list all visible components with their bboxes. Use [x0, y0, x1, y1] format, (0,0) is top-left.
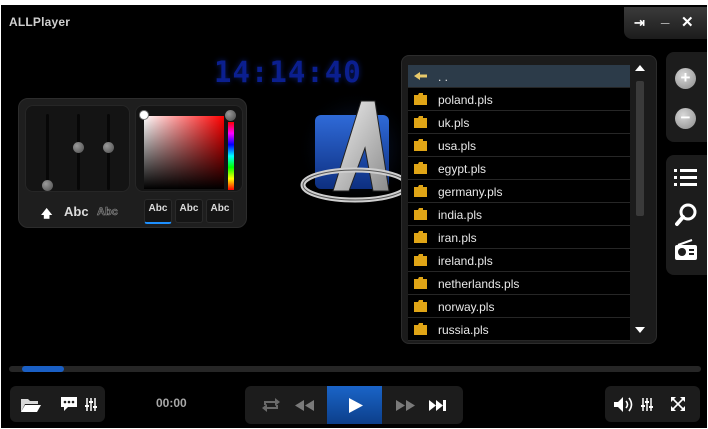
equalizer-icon[interactable]: [641, 397, 653, 412]
arrow-back-icon: [414, 72, 427, 80]
folder-icon: [414, 185, 427, 197]
up-arrow-icon[interactable]: 🡅: [41, 205, 52, 224]
zoom-out-button[interactable]: −: [675, 108, 696, 129]
minimize-button[interactable]: _: [661, 9, 669, 26]
folder-icon: [414, 116, 427, 128]
color-field[interactable]: [144, 116, 224, 189]
window-controls: ⇥ _ ✕: [624, 7, 707, 39]
playlist-item-label: . .: [438, 70, 449, 84]
playlist-item[interactable]: norway.pls: [408, 295, 630, 318]
playlist-item[interactable]: poland.pls: [408, 88, 630, 111]
playlist-item[interactable]: usa.pls: [408, 134, 630, 157]
folder-icon: [414, 93, 427, 105]
folder-icon: [414, 300, 427, 312]
playlist-item-label: uk.pls: [438, 116, 470, 130]
playlist-item-label: usa.pls: [438, 139, 477, 153]
file-controls: [10, 386, 105, 422]
color-picker: [135, 105, 243, 192]
clock-display: 14:14:40: [214, 55, 362, 89]
fullscreen-icon[interactable]: [670, 396, 686, 412]
hue-slider[interactable]: [228, 122, 234, 190]
scroll-thumb[interactable]: [636, 81, 644, 216]
playlist-item-label: norway.pls: [438, 300, 495, 314]
playlist-item-label: germany.pls: [438, 185, 503, 199]
playlist-item[interactable]: egypt.pls: [408, 157, 630, 180]
next-track-icon[interactable]: [428, 399, 448, 412]
scroll-down-icon[interactable]: [635, 326, 645, 334]
playlist-item[interactable]: russia.pls: [408, 318, 630, 341]
style-button-3[interactable]: Abc: [206, 199, 234, 223]
folder-icon: [414, 231, 427, 243]
color-field-handle[interactable]: [139, 110, 149, 120]
text-style-outline[interactable]: Abc: [97, 206, 118, 219]
app-window: ALLPlayer ⇥ _ ✕ 14:14:40 🡅 Abc Abc Abc A…: [1, 5, 707, 428]
text-style-normal[interactable]: Abc: [64, 204, 89, 219]
playlist-item[interactable]: ireland.pls: [408, 249, 630, 272]
playlist-scrollbar[interactable]: [634, 64, 646, 334]
zoom-controls: + −: [666, 52, 707, 142]
subtitles-icon[interactable]: [60, 396, 78, 413]
folder-icon: [414, 323, 427, 335]
slider-group: [25, 105, 130, 192]
playlist-icon[interactable]: [674, 168, 698, 188]
subtitle-settings-panel: 🡅 Abc Abc Abc Abc Abc: [18, 98, 247, 228]
allplayer-logo: [297, 93, 413, 206]
folder-icon: [414, 208, 427, 220]
fast-forward-icon[interactable]: [395, 399, 417, 412]
subtitle-settings-icon[interactable]: [85, 397, 97, 412]
slider-handle[interactable]: [73, 142, 84, 153]
slider-handle[interactable]: [42, 180, 53, 191]
search-icon[interactable]: [675, 203, 699, 227]
close-button[interactable]: ✕: [681, 13, 694, 31]
style-button-2[interactable]: Abc: [175, 199, 203, 223]
playlist-item-label: ireland.pls: [438, 254, 493, 268]
playback-time: 00:00: [156, 396, 187, 410]
playlist-item[interactable]: india.pls: [408, 203, 630, 226]
repeat-icon[interactable]: [261, 397, 281, 413]
zoom-in-button[interactable]: +: [675, 68, 696, 89]
play-button[interactable]: [327, 386, 382, 424]
audio-view-controls: [605, 386, 700, 422]
playlist-item[interactable]: . .: [408, 65, 630, 88]
folder-icon: [414, 254, 427, 266]
radio-icon[interactable]: [674, 239, 698, 261]
playlist-item[interactable]: netherlands.pls: [408, 272, 630, 295]
playlist-item[interactable]: germany.pls: [408, 180, 630, 203]
folder-icon: [414, 277, 427, 289]
playlist-item-label: poland.pls: [438, 93, 493, 107]
slider-track: [46, 114, 49, 190]
pin-icon[interactable]: ⇥: [634, 15, 645, 31]
playlist-item-label: egypt.pls: [438, 162, 487, 176]
style-button-1[interactable]: Abc: [144, 199, 172, 224]
app-title: ALLPlayer: [9, 15, 71, 29]
transport-controls: [245, 386, 463, 424]
scroll-up-icon[interactable]: [635, 64, 645, 72]
play-icon: [349, 398, 363, 413]
volume-icon[interactable]: [613, 396, 635, 413]
playlist-item-label: netherlands.pls: [438, 277, 520, 291]
seek-bar[interactable]: [9, 366, 701, 372]
folder-icon: [414, 162, 427, 174]
playlist-item-label: iran.pls: [438, 231, 477, 245]
view-controls: [666, 155, 707, 275]
rewind-icon[interactable]: [293, 399, 315, 412]
open-folder-icon[interactable]: [20, 396, 42, 413]
playlist-list: . . poland.pls uk.pls usa.pls egypt.pls germa…: [408, 65, 630, 341]
playlist-item[interactable]: iran.pls: [408, 226, 630, 249]
playlist-item[interactable]: uk.pls: [408, 111, 630, 134]
playlist-item-label: india.pls: [438, 208, 483, 222]
folder-icon: [414, 139, 427, 151]
slider-handle[interactable]: [103, 142, 114, 153]
seek-bar-progress[interactable]: [22, 366, 64, 372]
hue-slider-handle[interactable]: [225, 110, 236, 121]
playlist-item-label: russia.pls: [438, 323, 489, 337]
playlist-panel: . . poland.pls uk.pls usa.pls egypt.pls germa…: [401, 55, 657, 344]
